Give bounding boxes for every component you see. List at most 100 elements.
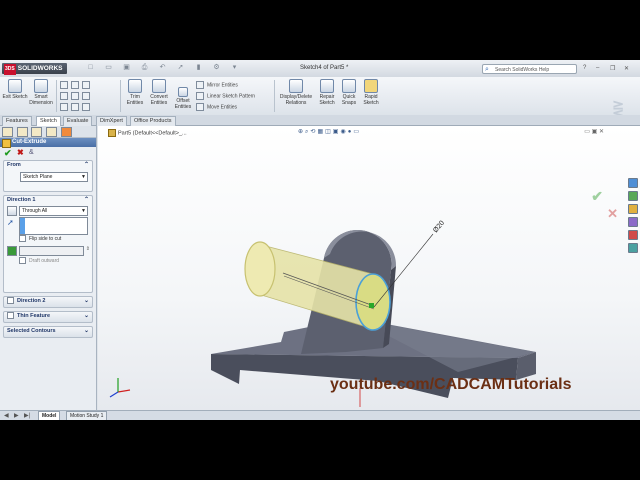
direction-vector-list[interactable] <box>19 217 88 235</box>
tab-office-products[interactable]: Office Products <box>130 116 176 126</box>
trim-entities-button[interactable]: Trim Entities <box>122 79 148 106</box>
draft-icon[interactable] <box>7 246 17 256</box>
search-placeholder: Search SolidWorks Help <box>495 67 550 73</box>
line-tool[interactable] <box>60 81 93 89</box>
thin-feature-header[interactable]: Thin Feature ⌄ <box>4 312 92 321</box>
chevron-down-icon: ▼ <box>81 174 86 180</box>
mirror-entities-button[interactable]: Mirror Entities <box>196 81 238 89</box>
restore-button[interactable]: ❐ <box>610 65 615 72</box>
linear-sketch-pattern-button[interactable]: Linear Sketch Pattern <box>196 92 255 100</box>
ribbon-separator <box>274 80 275 112</box>
circle-icon <box>60 92 68 100</box>
logo-text: SOLIDWORKS <box>17 65 63 72</box>
smart-dimension-label: Smart Dimension <box>29 94 53 106</box>
configuration-manager-icon[interactable] <box>31 127 43 137</box>
manager-tabs <box>0 126 96 138</box>
scroll-right-icon[interactable]: ▶ <box>14 412 19 419</box>
tab-dimxpert[interactable]: DimXpert <box>96 116 127 126</box>
rebuild-icon[interactable]: ▮ <box>194 64 203 72</box>
help-icon[interactable]: ? <box>583 65 586 71</box>
polygon-icon <box>82 92 90 100</box>
tab-features[interactable]: Features <box>2 116 32 126</box>
rapid-sketch-icon <box>364 79 378 93</box>
ok-button[interactable]: ✔ <box>4 148 12 159</box>
thin-feature-group[interactable]: Thin Feature ⌄ <box>3 311 93 323</box>
tab-motion-study-1[interactable]: Motion Study 1 <box>66 411 108 420</box>
mirror-icon <box>196 81 204 89</box>
tab-sketch[interactable]: Sketch <box>36 116 61 126</box>
direction2-checkbox[interactable] <box>7 297 14 305</box>
feature-manager-icon[interactable] <box>2 127 13 137</box>
graphics-area[interactable]: Part5 (Default<<Default>_... ⊕⌕⟲▦◫▣◉●▭ ▭… <box>98 126 640 410</box>
mirror-entities-label: Mirror Entities <box>207 82 238 89</box>
ds-logo-icon: 3DS <box>4 64 16 75</box>
window-title: Sketch4 of Part5 * <box>300 65 349 71</box>
reverse-direction-icon[interactable] <box>7 206 17 216</box>
cut-extrude-label: Cut-Extrude <box>12 139 47 145</box>
ribbon-separator <box>120 80 121 112</box>
new-icon[interactable]: □ <box>86 64 95 72</box>
draft-outward-checkbox[interactable]: Draft outward <box>4 257 92 265</box>
undo-icon[interactable]: ↶ <box>158 64 167 72</box>
direction2-header[interactable]: Direction 2 ⌄ <box>4 297 92 306</box>
save-icon[interactable]: ▣ <box>122 64 131 72</box>
close-button[interactable]: ✕ <box>624 65 629 72</box>
dimxpert-manager-icon[interactable] <box>46 127 58 137</box>
from-group: From ⌃ Sketch Plane ▼ <box>3 160 93 192</box>
exit-sketch-button[interactable]: Exit Sketch <box>2 79 28 100</box>
spline-tool[interactable] <box>60 103 93 111</box>
display-delete-relations-button[interactable]: Display/Delete Relations <box>278 79 314 106</box>
minimize-button[interactable]: – <box>596 65 599 71</box>
tab-model[interactable]: Model <box>38 411 61 420</box>
direction-arrow-icon: ➚ <box>7 218 14 227</box>
text-icon <box>82 103 90 111</box>
sketch-circle[interactable] <box>355 273 391 331</box>
selected-contours-group[interactable]: Selected Contours ⌄ <box>3 326 93 338</box>
from-select[interactable]: Sketch Plane ▼ <box>20 172 88 182</box>
options-icon[interactable]: ⚙ <box>212 64 221 72</box>
tab-evaluate[interactable]: Evaluate <box>63 116 93 126</box>
open-icon[interactable]: ▭ <box>104 64 113 72</box>
draft-row: ⇕ <box>4 243 92 257</box>
print-icon[interactable]: ⎙ <box>140 64 149 72</box>
chevron-down-icon: ⌄ <box>83 298 89 304</box>
end-condition-select[interactable]: Through All ▼ <box>19 206 88 216</box>
selection-highlight <box>20 218 25 234</box>
direction2-group[interactable]: Direction 2 ⌄ <box>3 296 93 308</box>
flip-side-box[interactable] <box>19 235 26 243</box>
detailed-preview-icon[interactable]: & <box>29 149 34 156</box>
customize-icon[interactable]: ▾ <box>230 64 239 72</box>
from-header[interactable]: From ⌃ <box>4 161 92 170</box>
solidworks-logo[interactable]: 3DS SOLIDWORKS <box>2 63 67 75</box>
move-icon <box>196 103 204 111</box>
center-point[interactable] <box>369 303 374 308</box>
convert-entities-button[interactable]: Convert Entities <box>146 79 172 106</box>
slot-icon <box>82 81 90 89</box>
smart-dimension-button[interactable]: Smart Dimension <box>28 79 54 106</box>
scroll-end-icon[interactable]: ▶| <box>24 412 30 419</box>
circle-tool[interactable] <box>60 92 93 100</box>
display-manager-icon[interactable] <box>60 127 72 137</box>
property-manager-icon[interactable] <box>16 127 28 137</box>
select-icon[interactable]: ➚ <box>176 64 185 72</box>
draft-angle-input[interactable] <box>19 246 84 256</box>
end-condition-row: Through All ▼ <box>4 205 92 216</box>
cut-extrude-title: Cut-Extrude <box>0 138 96 148</box>
display-delete-relations-label: Display/Delete Relations <box>279 94 313 106</box>
direction1-header[interactable]: Direction 1 ⌃ <box>4 196 92 205</box>
thin-feature-checkbox[interactable] <box>7 312 14 320</box>
search-help-input[interactable]: ⌕ Search SolidWorks Help <box>482 64 577 74</box>
diameter-dimension[interactable]: Ø20 <box>432 220 446 235</box>
rapid-sketch-button[interactable]: Rapid Sketch <box>358 79 384 106</box>
repair-icon <box>320 79 334 93</box>
flip-side-checkbox[interactable]: Flip side to cut <box>4 235 92 243</box>
spin-icon[interactable]: ⇕ <box>86 246 90 252</box>
selected-contours-header[interactable]: Selected Contours ⌄ <box>4 327 92 336</box>
scroll-left-icon[interactable]: ◀ <box>4 412 9 419</box>
move-entities-button[interactable]: Move Entities <box>196 103 237 111</box>
offset-entities-button[interactable]: Offset Entities <box>170 87 196 110</box>
cancel-button[interactable]: ✖ <box>17 148 24 157</box>
arc-icon <box>71 92 79 100</box>
from-label: From <box>7 162 21 168</box>
draft-outward-box[interactable] <box>19 257 26 265</box>
